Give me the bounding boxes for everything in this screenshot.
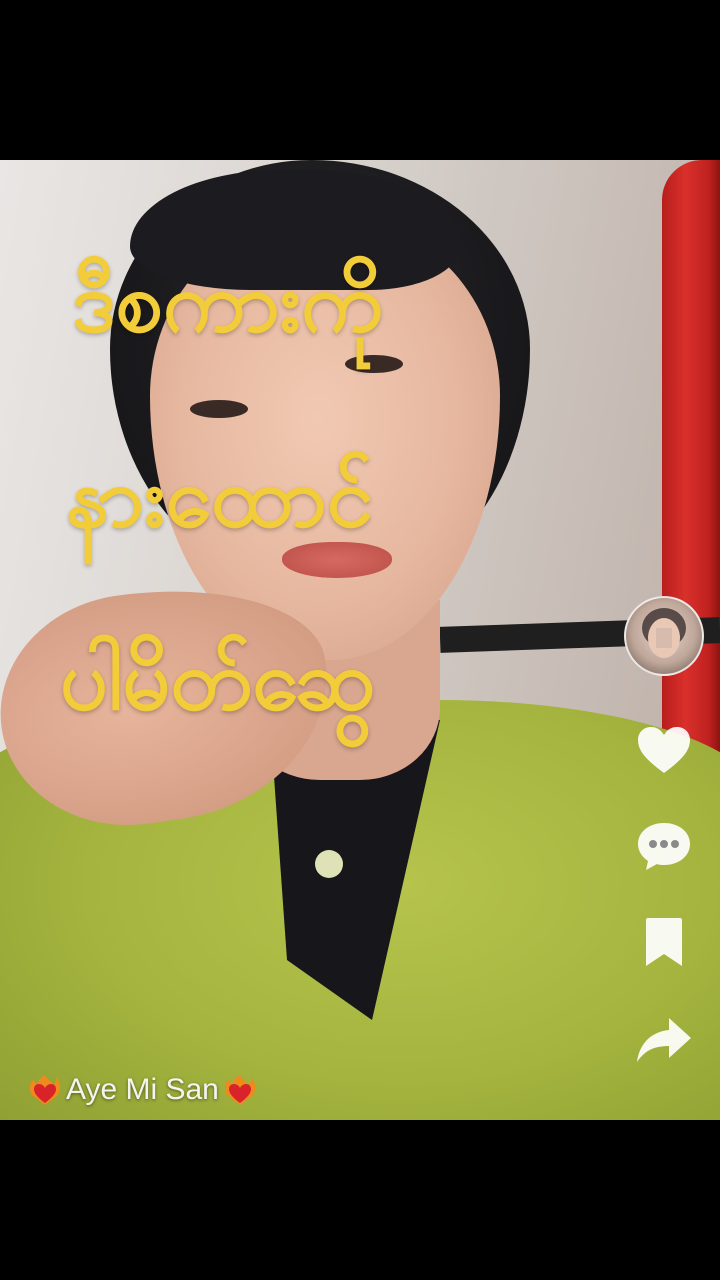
comment-bubble-icon (638, 823, 690, 870)
save-button[interactable] (632, 910, 696, 974)
share-arrow-icon (637, 1018, 691, 1062)
video-screen: ဒီစကားကို နားထောင် ပါမိတ်ဆွေ Aye Mi San (0, 0, 720, 1280)
heart-on-fire-icon (224, 1075, 255, 1105)
caption-line-3: ပါမိတ်ဆွေ (60, 631, 376, 729)
person-eye-left (190, 400, 248, 418)
person-lips (282, 542, 392, 578)
avatar-face-icon (642, 608, 686, 658)
caption-line-2: နားထောင် (66, 448, 374, 546)
creator-name: Aye Mi San (66, 1073, 219, 1106)
creator-username[interactable]: Aye Mi San (28, 1068, 257, 1112)
heart-icon (638, 727, 690, 773)
bookmark-icon (646, 918, 682, 966)
comment-button[interactable] (632, 814, 696, 878)
person-eye-right (345, 355, 403, 373)
like-button[interactable] (632, 718, 696, 782)
caption-line-1: ဒီစကားကို (72, 253, 384, 351)
shirt-button (315, 850, 343, 878)
creator-avatar[interactable] (624, 596, 704, 676)
heart-on-fire-icon (29, 1075, 61, 1105)
share-button[interactable] (632, 1008, 696, 1072)
